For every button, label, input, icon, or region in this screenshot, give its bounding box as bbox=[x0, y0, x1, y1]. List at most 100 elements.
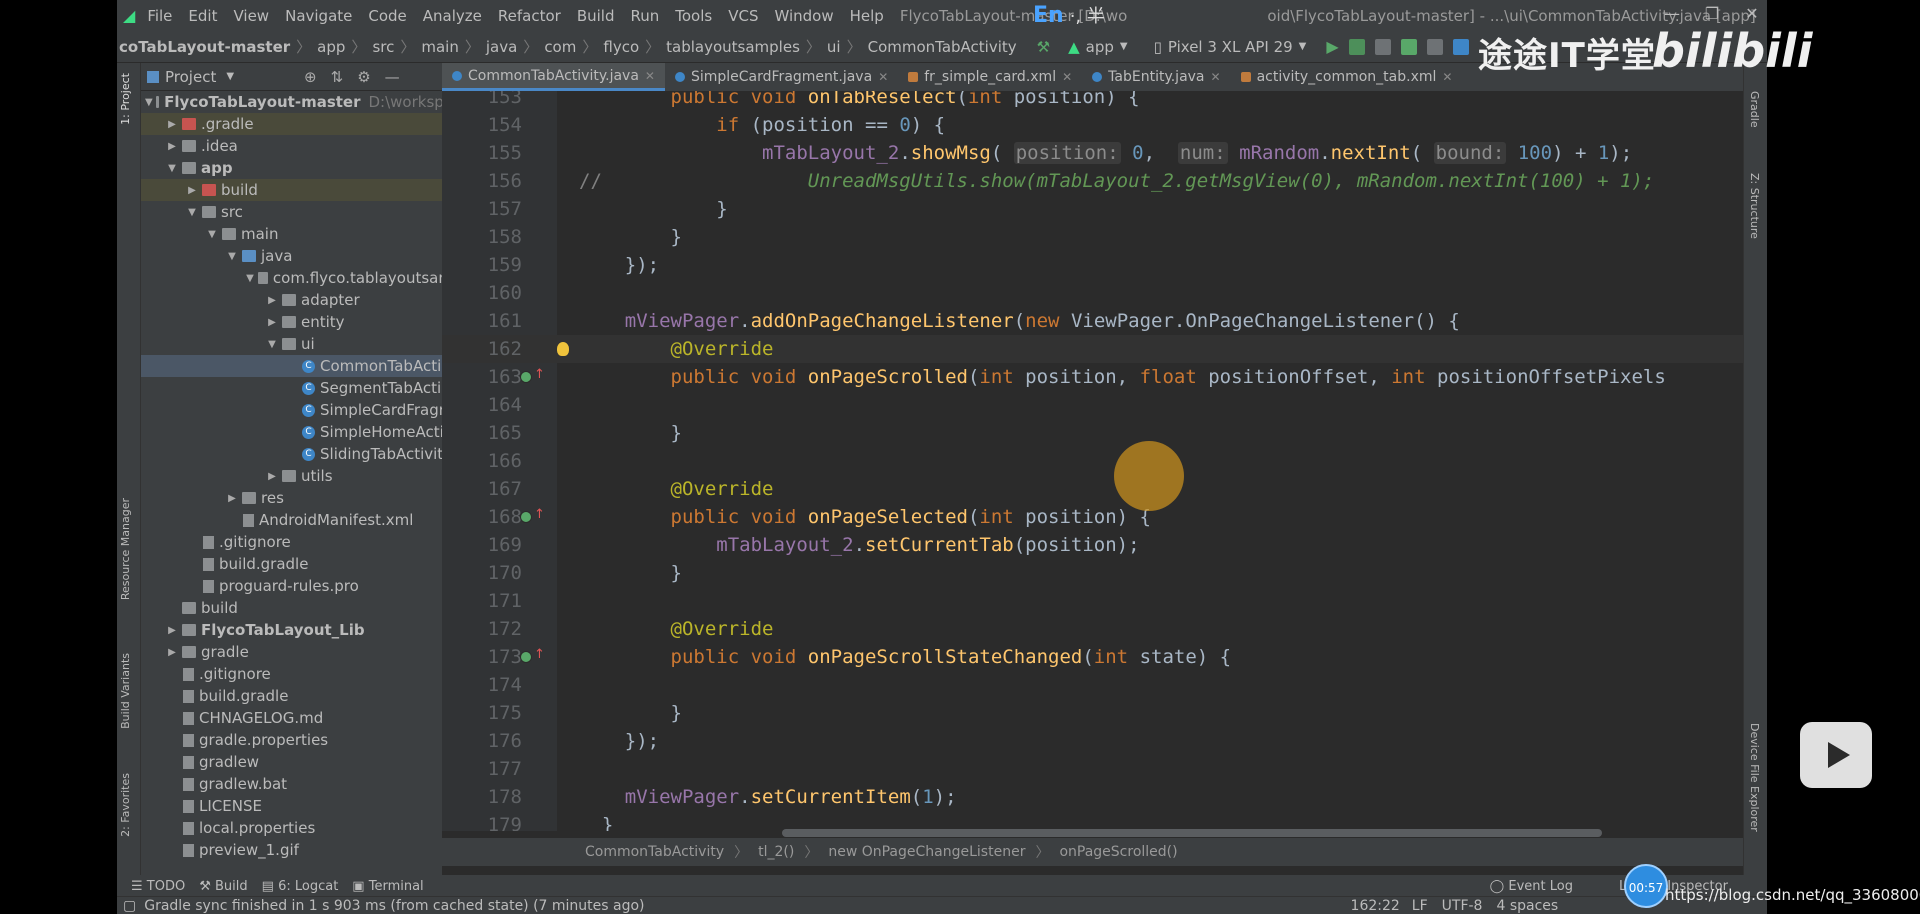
breadcrumb-item[interactable]: onPageScrolled() bbox=[1059, 844, 1177, 860]
chevron-down-icon[interactable]: ▼ bbox=[205, 229, 219, 240]
tree-item[interactable]: local.properties bbox=[141, 817, 453, 839]
editor-tab[interactable]: SimpleCardFragment.java ✕ bbox=[665, 63, 898, 91]
chevron-down-icon[interactable]: ▼ bbox=[185, 207, 199, 218]
tree-item[interactable]: C SimpleCardFragr bbox=[141, 399, 453, 421]
menu-item-window[interactable]: Window bbox=[766, 7, 841, 25]
menu-item-analyze[interactable]: Analyze bbox=[415, 7, 490, 25]
gear-icon[interactable]: ⚙ bbox=[357, 68, 370, 86]
editor-tab[interactable]: fr_simple_card.xml ✕ bbox=[898, 63, 1082, 91]
profile-icon[interactable] bbox=[1426, 38, 1443, 55]
crumb-7[interactable]: tablayoutsamples bbox=[664, 38, 802, 56]
override-marker-icon[interactable] bbox=[520, 371, 532, 383]
chevron-right-icon[interactable]: ▶ bbox=[165, 119, 179, 130]
tree-item[interactable]: ▶ gradle bbox=[141, 641, 453, 663]
breadcrumb-item[interactable]: tl_2() bbox=[758, 844, 794, 860]
logcat-tab[interactable]: ▤ 6: Logcat bbox=[262, 879, 339, 894]
close-icon[interactable]: ✕ bbox=[1442, 70, 1452, 84]
menu-item-file[interactable]: File bbox=[139, 7, 180, 25]
crumb-1[interactable]: app bbox=[315, 38, 347, 56]
tree-item[interactable]: C CommonTabActi bbox=[141, 355, 453, 377]
resource-manager-tab[interactable]: Resource Manager bbox=[119, 498, 132, 600]
crumb-3[interactable]: main bbox=[419, 38, 460, 56]
menu-item-refactor[interactable]: Refactor bbox=[490, 7, 569, 25]
lightbulb-icon[interactable] bbox=[557, 342, 569, 356]
status-toggle-icon[interactable]: ▢ bbox=[123, 898, 136, 914]
status-message[interactable]: Gradle sync finished in 1 s 903 ms (from… bbox=[144, 898, 644, 914]
close-icon[interactable]: ✕ bbox=[645, 69, 655, 83]
apply-changes-icon[interactable] bbox=[1348, 38, 1365, 55]
tree-item[interactable]: ▼ com.flyco.tablayoutsam bbox=[141, 267, 453, 289]
minimize-icon[interactable]: — bbox=[1657, 4, 1687, 23]
tree-item[interactable]: AndroidManifest.xml bbox=[141, 509, 453, 531]
tree-item[interactable]: ▼ ui bbox=[141, 333, 453, 355]
tree-item[interactable]: ▼ app bbox=[141, 157, 453, 179]
coverage-icon[interactable] bbox=[1374, 38, 1391, 55]
project-tool-tab[interactable]: 1: Project bbox=[119, 73, 132, 125]
chevron-down-icon[interactable]: ▼ bbox=[245, 273, 255, 284]
tree-item[interactable]: LICENSE bbox=[141, 795, 453, 817]
structure-tool-tab[interactable]: Z: Structure bbox=[1748, 173, 1761, 239]
breadcrumb-item[interactable]: new OnPageChangeListener bbox=[828, 844, 1025, 860]
collapse-all-icon[interactable]: ⇅ bbox=[331, 68, 344, 86]
override-marker-icon[interactable] bbox=[520, 511, 532, 523]
code-editor[interactable]: 153 public void onTabReselect(int positi… bbox=[442, 91, 1767, 831]
crumb-6[interactable]: flyco bbox=[601, 38, 641, 56]
tree-item[interactable]: CHNAGELOG.md bbox=[141, 707, 453, 729]
locate-icon[interactable]: ⊕ bbox=[304, 68, 317, 86]
menu-item-tools[interactable]: Tools bbox=[667, 7, 720, 25]
hammer-icon[interactable]: ⚒ bbox=[1037, 38, 1050, 56]
crumb-5[interactable]: com bbox=[542, 38, 578, 56]
tree-item[interactable]: C SimpleHomeActi bbox=[141, 421, 453, 443]
override-marker-icon[interactable] bbox=[520, 651, 532, 663]
tree-item[interactable]: ▼ src bbox=[141, 201, 453, 223]
gradle-tool-tab[interactable]: Gradle bbox=[1748, 91, 1761, 128]
file-encoding[interactable]: UTF-8 bbox=[1442, 898, 1483, 914]
tree-item[interactable]: ▶ .idea bbox=[141, 135, 453, 157]
tree-item[interactable]: ▶ res bbox=[141, 487, 453, 509]
tree-item[interactable]: gradlew bbox=[141, 751, 453, 773]
tree-item[interactable]: ▼ main bbox=[141, 223, 453, 245]
menu-item-code[interactable]: Code bbox=[360, 7, 414, 25]
chevron-down-icon[interactable]: ▼ bbox=[225, 251, 239, 262]
menu-item-edit[interactable]: Edit bbox=[180, 7, 225, 25]
close-icon[interactable]: ✕ bbox=[1737, 4, 1767, 23]
favorites-tab[interactable]: 2: Favorites bbox=[119, 773, 132, 837]
hide-icon[interactable]: — bbox=[385, 68, 400, 86]
editor-tab[interactable]: activity_common_tab.xml ✕ bbox=[1231, 63, 1463, 91]
crumb-9[interactable]: CommonTabActivity bbox=[866, 38, 1019, 56]
tree-item[interactable]: ▶ build bbox=[141, 179, 453, 201]
tree-item[interactable]: build.gradle bbox=[141, 553, 453, 575]
tree-item[interactable]: .gitignore bbox=[141, 531, 453, 553]
crumb-0[interactable]: coTabLayout-master bbox=[117, 38, 292, 56]
tree-item[interactable]: ▼ FlycoTabLayout-master D:\workspa bbox=[141, 91, 453, 113]
close-icon[interactable]: ✕ bbox=[1211, 70, 1221, 84]
crumb-2[interactable]: src bbox=[370, 38, 396, 56]
build-tab[interactable]: ⚒ Build bbox=[199, 879, 247, 894]
menu-item-build[interactable]: Build bbox=[569, 7, 623, 25]
chevron-down-icon[interactable]: ▼ bbox=[165, 163, 179, 174]
chevron-right-icon[interactable]: ▶ bbox=[225, 493, 239, 504]
menu-item-help[interactable]: Help bbox=[842, 7, 892, 25]
chevron-right-icon[interactable]: ▶ bbox=[265, 317, 279, 328]
crumb-8[interactable]: ui bbox=[825, 38, 843, 56]
tree-item[interactable]: preview_1.gif bbox=[141, 839, 453, 861]
chevron-right-icon[interactable]: ▶ bbox=[165, 625, 179, 636]
tree-item[interactable]: gradlew.bat bbox=[141, 773, 453, 795]
tree-item[interactable]: ▶ FlycoTabLayout_Lib bbox=[141, 619, 453, 641]
terminal-tab[interactable]: ▣ Terminal bbox=[352, 879, 423, 894]
debug-icon[interactable] bbox=[1400, 38, 1417, 55]
tree-item[interactable]: ▶ .gradle bbox=[141, 113, 453, 135]
sync-icon[interactable] bbox=[1452, 38, 1469, 55]
line-separator[interactable]: LF bbox=[1412, 898, 1428, 914]
editor-tab[interactable]: TabEntity.java ✕ bbox=[1082, 63, 1230, 91]
build-variants-tab[interactable]: Build Variants bbox=[119, 653, 132, 729]
todo-tab[interactable]: ☰ TODO bbox=[131, 879, 185, 894]
breadcrumb-item[interactable]: CommonTabActivity bbox=[585, 844, 724, 860]
run-icon[interactable]: ▶ bbox=[1326, 37, 1338, 56]
horizontal-scrollbar[interactable] bbox=[782, 829, 1602, 837]
tree-item[interactable]: ▼ java bbox=[141, 245, 453, 267]
crumb-4[interactable]: java bbox=[484, 38, 519, 56]
tree-item[interactable]: C SegmentTabActi bbox=[141, 377, 453, 399]
tree-item[interactable]: build.gradle bbox=[141, 685, 453, 707]
chevron-down-icon[interactable]: ▼ bbox=[226, 71, 234, 82]
